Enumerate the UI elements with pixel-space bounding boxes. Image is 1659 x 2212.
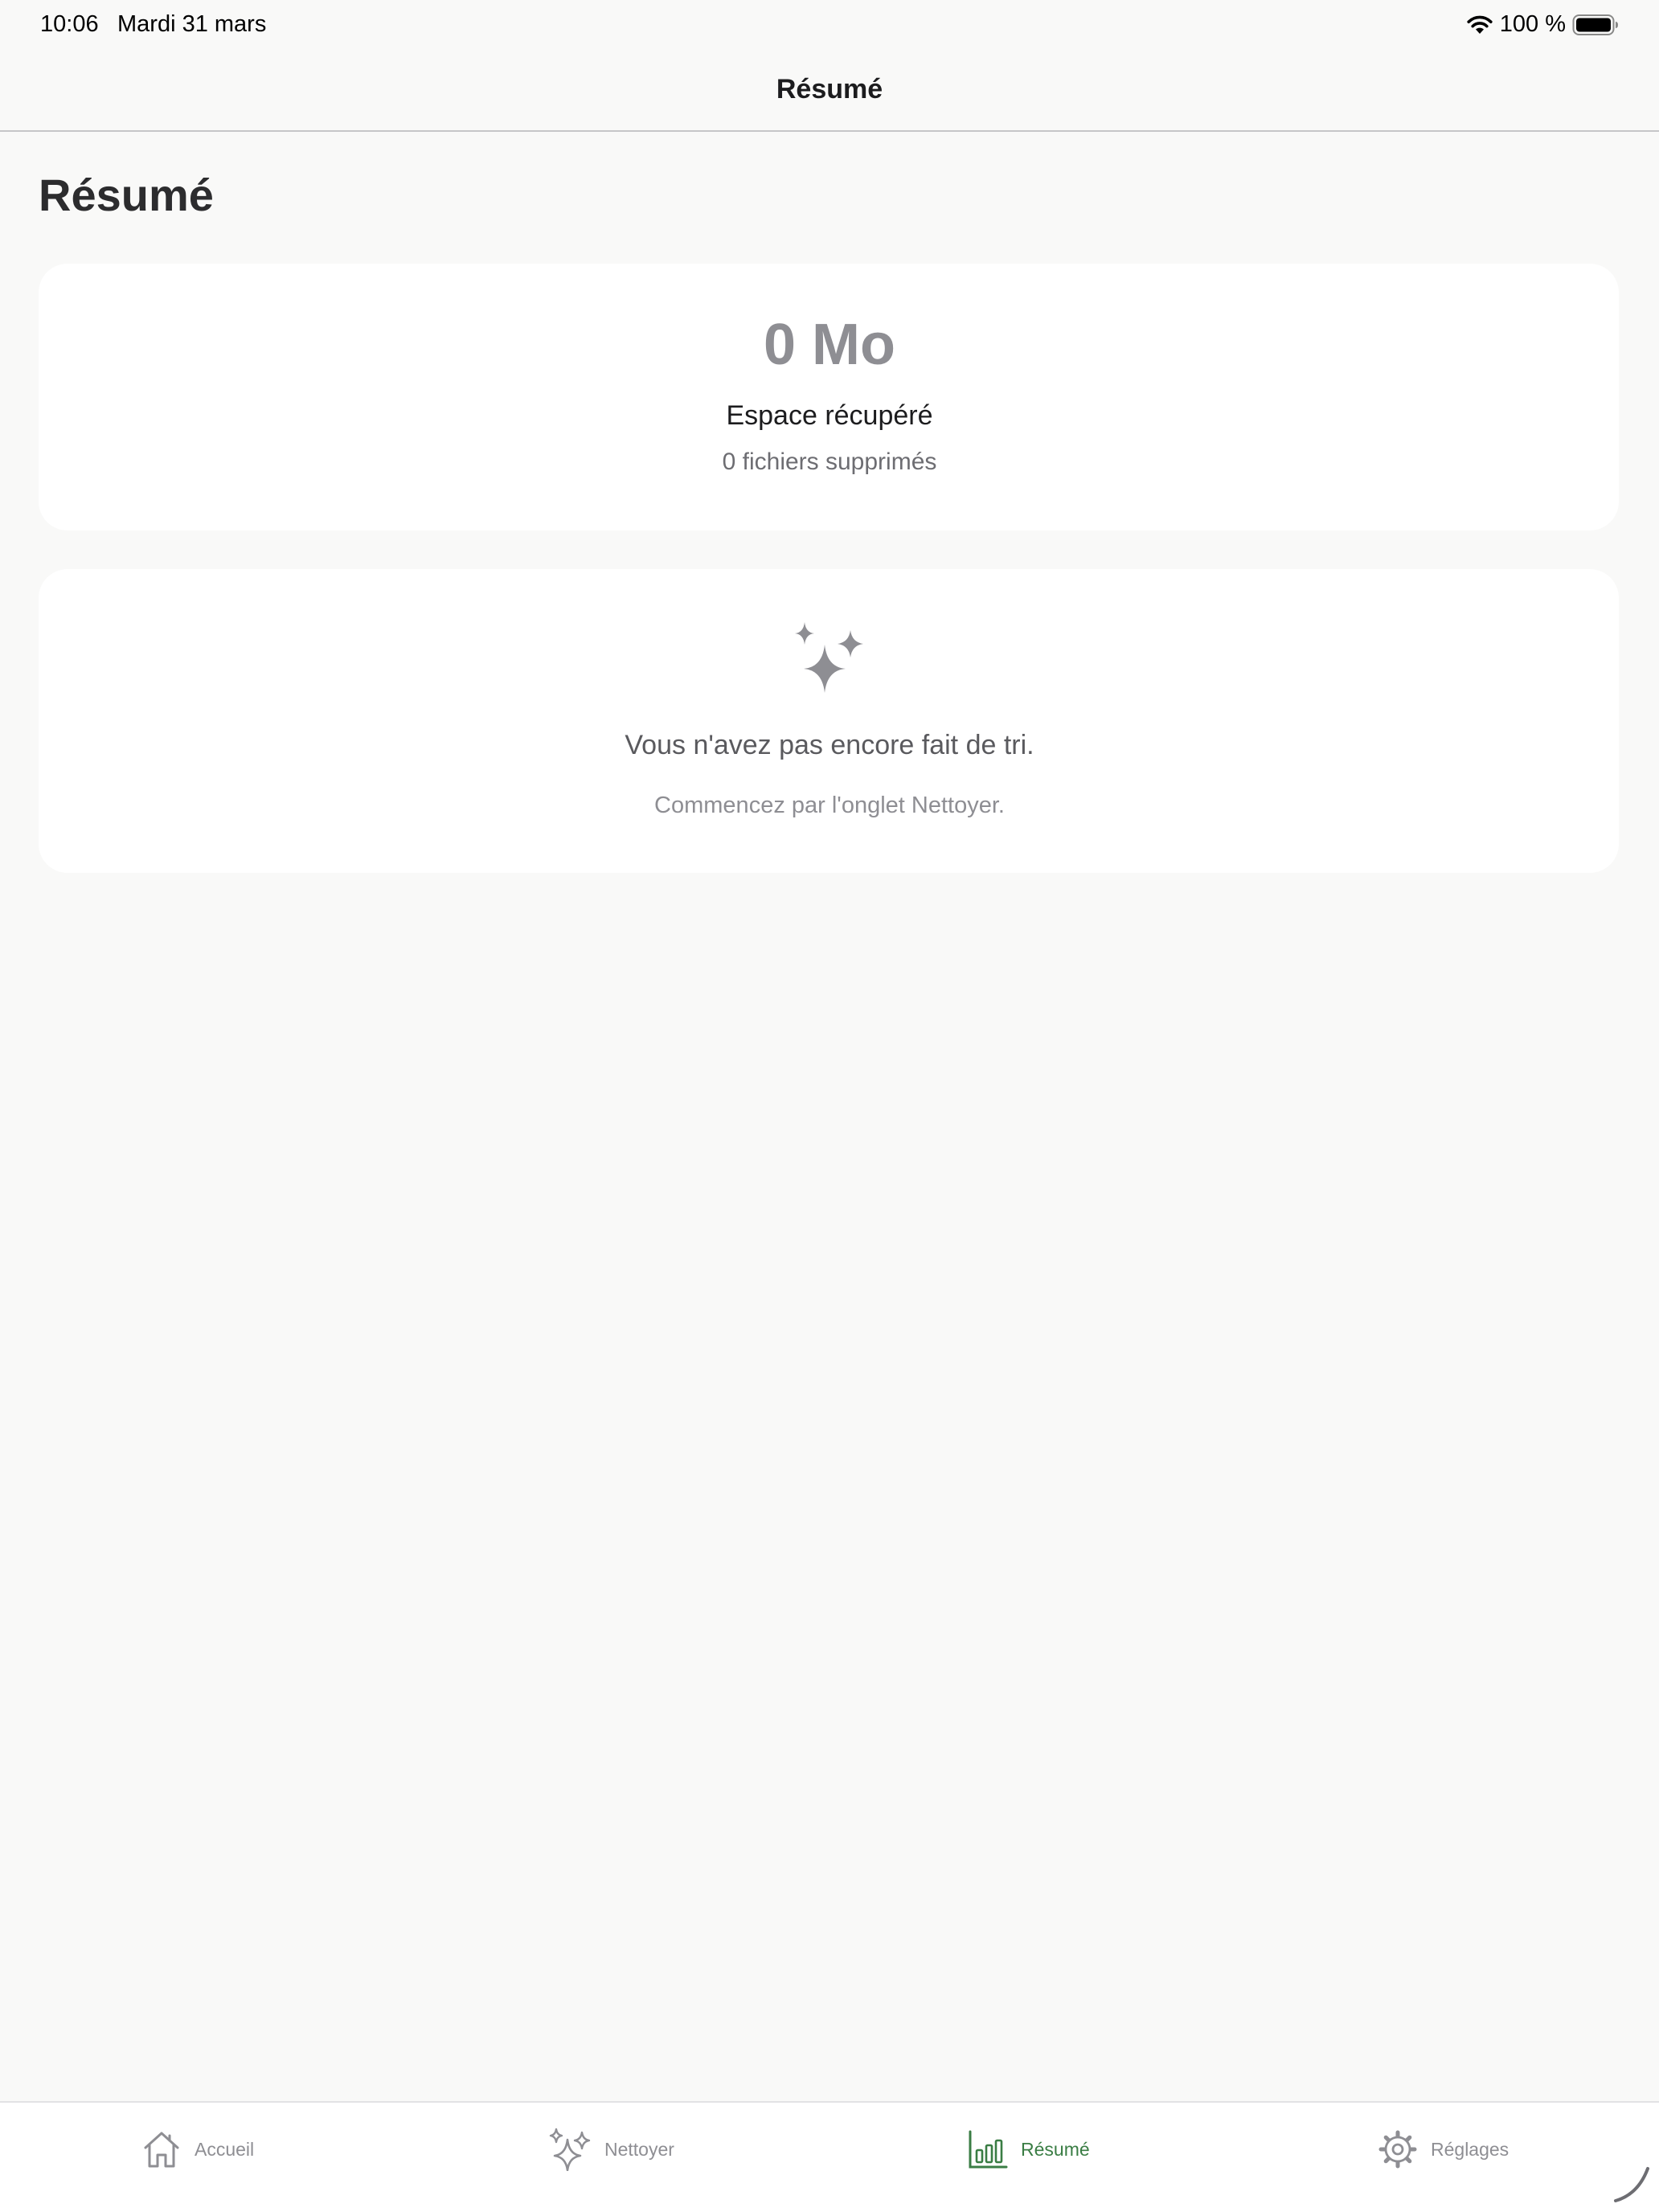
- sparkles-icon: [549, 2128, 591, 2171]
- nav-title: Résumé: [776, 74, 883, 104]
- tab-label: Nettoyer: [604, 2138, 674, 2160]
- battery-icon: [1572, 14, 1618, 35]
- sparkles-icon: [795, 622, 863, 693]
- tab-label: Accueil: [195, 2138, 255, 2160]
- battery-percentage: 100 %: [1499, 11, 1566, 37]
- tab-bar: Accueil Nettoyer Résumé Réglages: [0, 2101, 1659, 2212]
- wifi-icon: [1467, 15, 1493, 34]
- tab-accueil[interactable]: Accueil: [141, 2125, 254, 2173]
- status-bar: 10:06 Mardi 31 mars 100 %: [0, 0, 1659, 51]
- space-recovered-value: 0 Mo: [763, 313, 895, 377]
- house-icon: [144, 2132, 179, 2168]
- empty-state-card: [39, 569, 1619, 873]
- status-time: 10:06: [40, 11, 99, 37]
- page-title: Résumé: [39, 170, 214, 220]
- tab-reglages[interactable]: Réglages: [1378, 2125, 1509, 2173]
- tab-label: Résumé: [1021, 2138, 1090, 2160]
- gear-icon: [1378, 2130, 1417, 2169]
- status-indicators: 100 %: [1466, 11, 1619, 38]
- tab-nettoyer[interactable]: Nettoyer: [548, 2125, 674, 2173]
- empty-state-subtitle: Commencez par l'onglet Nettoyer.: [654, 793, 1005, 818]
- resize-handle-icon[interactable]: [1611, 2164, 1653, 2206]
- navigation-bar: Résumé: [0, 51, 1659, 132]
- empty-state-title: Vous n'avez pas encore fait de tri.: [625, 730, 1034, 760]
- status-date: Mardi 31 mars: [117, 11, 267, 37]
- space-recovered-label: Espace récupéré: [726, 400, 933, 431]
- chart-bar-icon: [969, 2130, 1008, 2169]
- space-recovered-card: [39, 264, 1619, 530]
- files-deleted-count: 0 fichiers supprimés: [722, 449, 937, 475]
- tab-label: Réglages: [1431, 2138, 1509, 2160]
- tab-resume[interactable]: Résumé: [968, 2125, 1090, 2173]
